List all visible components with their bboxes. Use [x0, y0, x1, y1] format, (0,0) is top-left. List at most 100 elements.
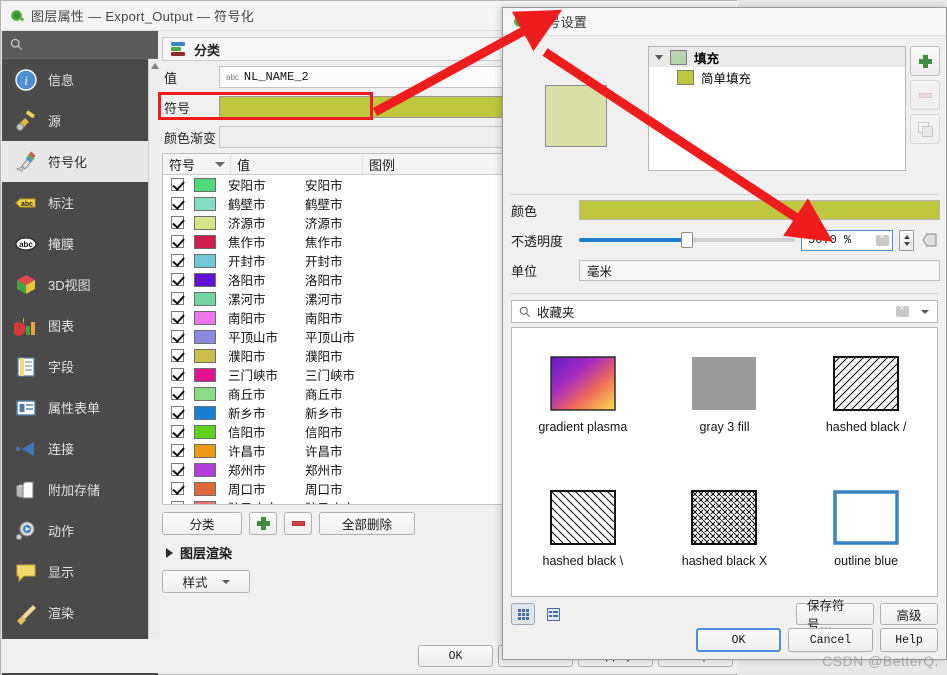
classify-button[interactable]: 分类 [162, 512, 242, 535]
row-value[interactable]: 鹤壁市 [216, 194, 301, 213]
row-checkbox[interactable] [171, 368, 184, 381]
row-symbol-swatch[interactable] [194, 196, 216, 211]
opacity-spinbox[interactable]: 50.0 % [801, 229, 893, 251]
row-value[interactable]: 南阳市 [216, 308, 301, 327]
row-value[interactable]: 开封市 [216, 251, 301, 270]
symbol-layer-fill[interactable]: 填充 [649, 47, 905, 67]
row-checkbox[interactable] [171, 444, 184, 457]
sidebar-item-actions[interactable]: 动作 [2, 510, 158, 551]
row-value[interactable]: 三门峡市 [216, 365, 301, 384]
slider-handle[interactable] [681, 232, 693, 248]
row-legend[interactable]: 周口市 [301, 479, 343, 498]
row-value[interactable]: 濮阳市 [216, 346, 301, 365]
row-value[interactable]: 济源市 [216, 213, 301, 232]
row-legend[interactable]: 济源市 [301, 213, 343, 232]
clear-icon[interactable] [896, 303, 909, 317]
row-checkbox[interactable] [171, 216, 184, 229]
row-symbol-swatch[interactable] [194, 481, 216, 496]
row-checkbox[interactable] [171, 273, 184, 286]
gallery-item[interactable]: gray 3 fill [691, 356, 757, 434]
row-symbol-swatch[interactable] [194, 443, 216, 458]
row-value[interactable]: 信阳市 [216, 422, 301, 441]
row-value[interactable]: 郑州市 [216, 460, 301, 479]
delete-all-button[interactable]: 全部删除 [319, 512, 415, 535]
row-checkbox[interactable] [171, 235, 184, 248]
row-legend[interactable]: 开封市 [301, 251, 343, 270]
gallery-item[interactable]: hashed black / [826, 356, 906, 434]
row-symbol-swatch[interactable] [194, 253, 216, 268]
chevron-down-icon[interactable] [655, 54, 663, 60]
symbol-gallery-search[interactable]: 收藏夹 [511, 300, 938, 323]
sidebar-item-diagrams[interactable]: 图表 [2, 305, 158, 346]
row-checkbox[interactable] [171, 254, 184, 267]
row-legend[interactable]: 濮阳市 [301, 346, 343, 365]
row-legend[interactable]: 焦作市 [301, 232, 343, 251]
sidebar-scrollbar[interactable] [148, 59, 160, 664]
sidebar-item-fields[interactable]: 字段 [2, 346, 158, 387]
row-symbol-swatch[interactable] [194, 348, 216, 363]
sidebar-search-input[interactable] [2, 31, 158, 59]
row-symbol-swatch[interactable] [194, 500, 216, 504]
row-symbol-swatch[interactable] [194, 462, 216, 477]
sidebar-item-auxiliary-storage[interactable]: 附加存储 [2, 469, 158, 510]
sidebar-item-masks[interactable]: abc 掩膜 [2, 223, 158, 264]
sidebar-item-rendering[interactable]: 渲染 [2, 592, 158, 633]
row-value[interactable]: 平顶山市 [216, 327, 301, 346]
row-checkbox[interactable] [171, 463, 184, 476]
data-defined-override-button[interactable] [920, 230, 940, 251]
row-value[interactable]: 驻马店市 [216, 498, 301, 504]
row-legend[interactable]: 许昌市 [301, 441, 343, 460]
sidebar-item-labels[interactable]: abc 标注 [2, 182, 158, 223]
row-legend[interactable]: 南阳市 [301, 308, 343, 327]
color-button[interactable] [579, 200, 940, 220]
symbol-help-button[interactable]: Help [880, 628, 938, 652]
sidebar-item-attributes-form[interactable]: 属性表单 [2, 387, 158, 428]
gallery-item[interactable]: hashed black \ [543, 490, 623, 568]
row-checkbox[interactable] [171, 178, 184, 191]
symbol-cancel-button[interactable]: Cancel [788, 628, 873, 652]
chevron-down-icon[interactable] [921, 309, 929, 314]
header-symbol[interactable]: 符号 [163, 154, 231, 174]
row-symbol-swatch[interactable] [194, 405, 216, 420]
row-legend[interactable]: 平顶山市 [301, 327, 355, 346]
row-symbol-swatch[interactable] [194, 215, 216, 230]
row-symbol-swatch[interactable] [194, 386, 216, 401]
sidebar-item-display[interactable]: 显示 [2, 551, 158, 592]
sidebar-item-joins[interactable]: 连接 [2, 428, 158, 469]
header-value[interactable]: 值 [231, 154, 363, 174]
row-legend[interactable]: 三门峡市 [301, 365, 355, 384]
row-checkbox[interactable] [171, 292, 184, 305]
main-ok-button[interactable]: OK [418, 645, 493, 667]
row-symbol-swatch[interactable] [194, 177, 216, 192]
row-symbol-swatch[interactable] [194, 310, 216, 325]
row-legend[interactable]: 商丘市 [301, 384, 343, 403]
row-symbol-swatch[interactable] [194, 367, 216, 382]
row-value[interactable]: 漯河市 [216, 289, 301, 308]
opacity-slider[interactable] [579, 230, 795, 250]
row-value[interactable]: 新乡市 [216, 403, 301, 422]
sidebar-item-source[interactable]: 源 [2, 100, 158, 141]
row-symbol-swatch[interactable] [194, 329, 216, 344]
row-checkbox[interactable] [171, 501, 184, 504]
style-button[interactable]: 样式 [162, 570, 250, 593]
row-value[interactable]: 商丘市 [216, 384, 301, 403]
gallery-item[interactable]: gradient plasma [538, 356, 627, 434]
remove-category-button[interactable] [284, 512, 312, 535]
row-checkbox[interactable] [171, 406, 184, 419]
opacity-stepper[interactable] [899, 229, 914, 251]
gallery-item[interactable]: hashed black X [682, 490, 767, 568]
remove-symbol-layer-button[interactable] [910, 80, 940, 110]
row-value[interactable]: 安阳市 [216, 175, 301, 194]
row-legend[interactable]: 安阳市 [301, 175, 343, 194]
sidebar-item-symbology[interactable]: 符号化 [2, 141, 158, 182]
row-legend[interactable]: 新乡市 [301, 403, 343, 422]
row-value[interactable]: 周口市 [216, 479, 301, 498]
row-legend[interactable]: 驻马店市 [301, 498, 355, 504]
row-value[interactable]: 许昌市 [216, 441, 301, 460]
row-legend[interactable]: 洛阳市 [301, 270, 343, 289]
row-checkbox[interactable] [171, 330, 184, 343]
row-symbol-swatch[interactable] [194, 272, 216, 287]
sidebar-item-3d-view[interactable]: 3D视图 [2, 264, 158, 305]
row-legend[interactable]: 信阳市 [301, 422, 343, 441]
row-value[interactable]: 焦作市 [216, 232, 301, 251]
